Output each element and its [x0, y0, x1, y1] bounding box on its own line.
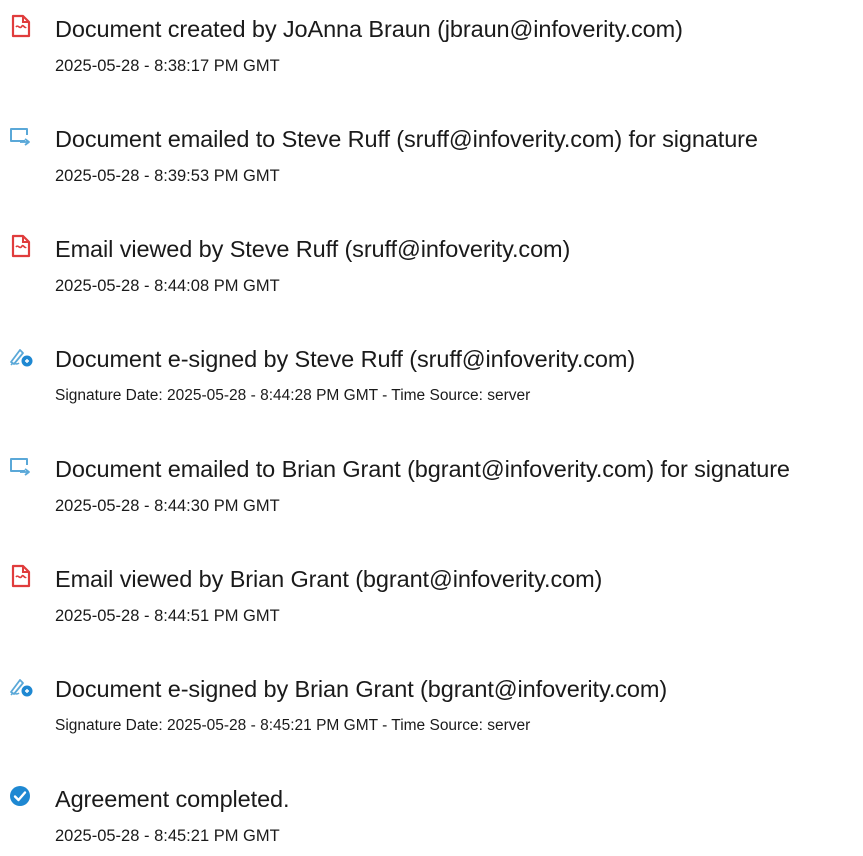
audit-entry: Document created by JoAnna Braun (jbraun…	[0, 6, 863, 86]
check-circle-icon	[8, 784, 34, 808]
entry-timestamp: 2025-05-28 - 8:39:53 PM GMT	[55, 167, 280, 185]
entry-title: Document emailed to Steve Ruff (sruff@in…	[55, 126, 758, 152]
e-sign-icon	[8, 674, 34, 698]
entry-timestamp: 2025-05-28 - 8:45:21 PM GMT	[55, 827, 280, 845]
email-sent-icon	[8, 454, 34, 478]
entry-timestamp: 2025-05-28 - 8:44:51 PM GMT	[55, 607, 280, 625]
entry-title: Document created by JoAnna Braun (jbraun…	[55, 16, 683, 42]
document-icon	[8, 234, 34, 258]
entry-timestamp: 2025-05-28 - 8:38:17 PM GMT	[55, 57, 280, 75]
document-icon	[8, 14, 34, 38]
entry-title: Document e-signed by Steve Ruff (sruff@i…	[55, 346, 636, 372]
entry-title: Email viewed by Steve Ruff (sruff@infove…	[55, 236, 571, 262]
audit-trail-list: Document created by JoAnna Braun (jbraun…	[0, 0, 863, 845]
entry-title: Document emailed to Brian Grant (bgrant@…	[55, 456, 790, 482]
audit-entry: Email viewed by Brian Grant (bgrant@info…	[0, 556, 863, 636]
e-sign-icon	[8, 344, 34, 368]
entry-timestamp: 2025-05-28 - 8:44:30 PM GMT	[55, 497, 280, 515]
entry-title: Document e-signed by Brian Grant (bgrant…	[55, 676, 668, 702]
entry-signature-date: Signature Date: 2025-05-28 - 8:45:21 PM …	[55, 717, 531, 734]
entry-timestamp: 2025-05-28 - 8:44:08 PM GMT	[55, 277, 280, 295]
audit-entry: Email viewed by Steve Ruff (sruff@infove…	[0, 226, 863, 306]
audit-entry: Document e-signed by Steve Ruff (sruff@i…	[0, 336, 863, 416]
audit-entry: Agreement completed. 2025-05-28 - 8:45:2…	[0, 776, 863, 856]
audit-entry: Document emailed to Brian Grant (bgrant@…	[0, 446, 863, 526]
entry-title: Agreement completed.	[55, 786, 290, 812]
document-icon	[8, 564, 34, 588]
entry-signature-date: Signature Date: 2025-05-28 - 8:44:28 PM …	[55, 387, 531, 404]
audit-entry: Document emailed to Steve Ruff (sruff@in…	[0, 116, 863, 196]
entry-title: Email viewed by Brian Grant (bgrant@info…	[55, 566, 603, 592]
audit-entry: Document e-signed by Brian Grant (bgrant…	[0, 666, 863, 746]
email-sent-icon	[8, 124, 34, 148]
